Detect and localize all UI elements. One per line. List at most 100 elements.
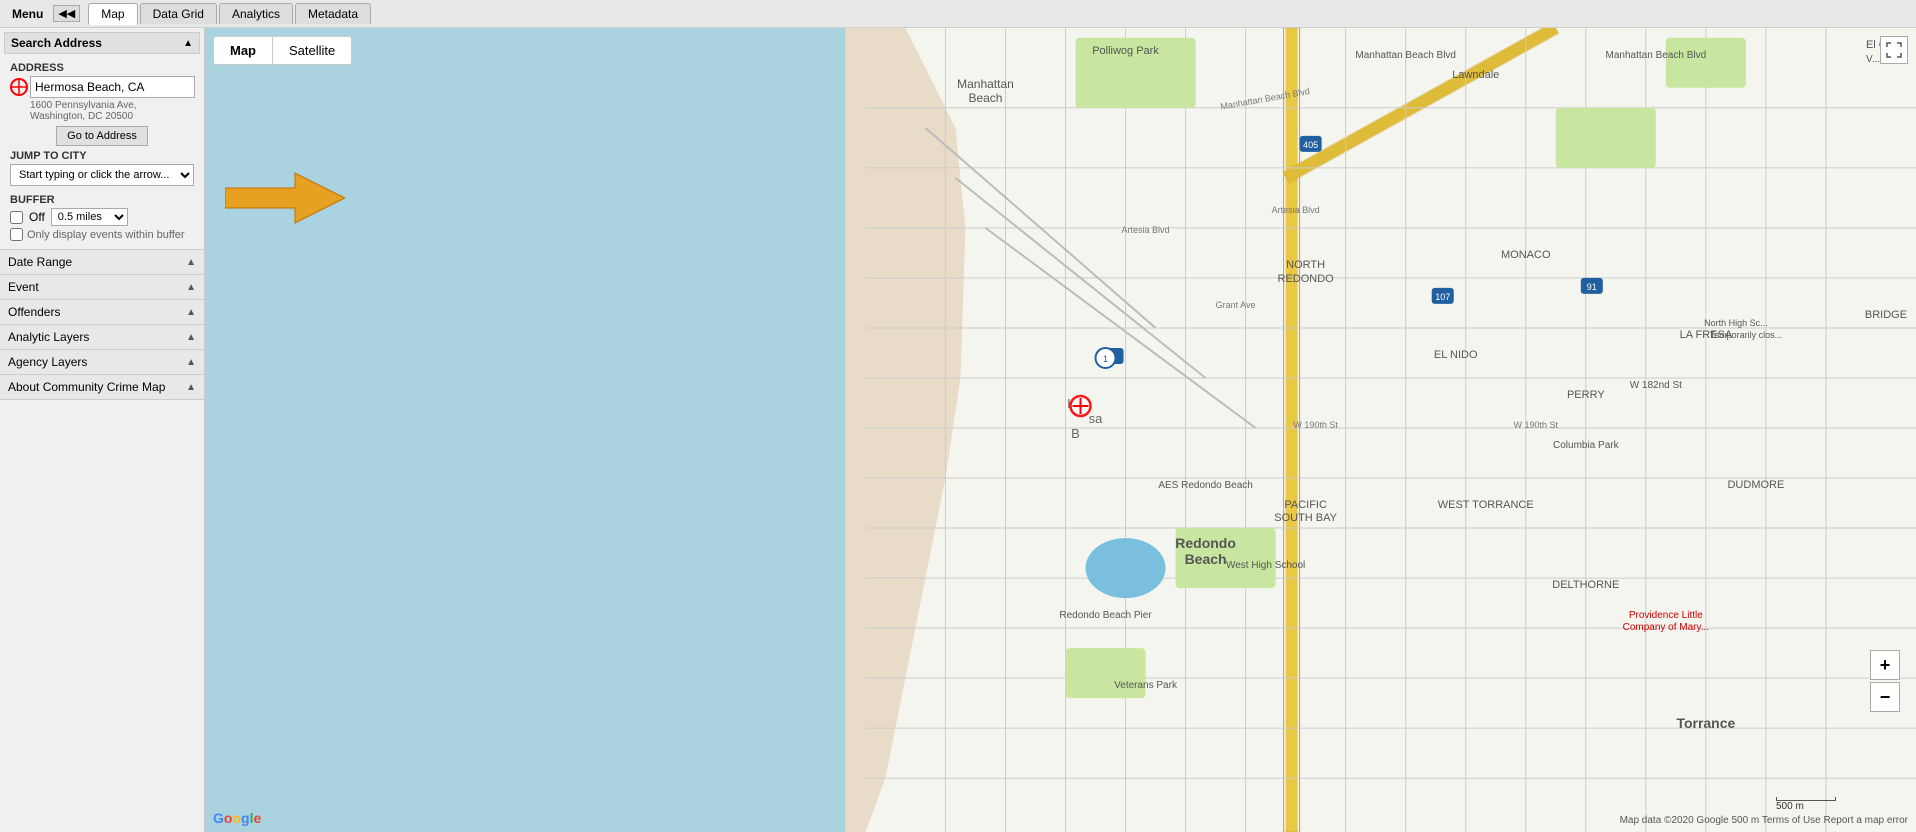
date-range-caret: ▲	[186, 257, 196, 268]
svg-text:sa: sa	[1089, 411, 1104, 426]
svg-text:Artesia Blvd: Artesia Blvd	[1272, 205, 1320, 215]
google-logo: Google	[213, 810, 261, 826]
date-range-label: Date Range	[8, 255, 72, 269]
zoom-controls: + −	[1870, 650, 1900, 712]
svg-text:Beach: Beach	[968, 91, 1002, 105]
svg-text:B: B	[1071, 426, 1080, 441]
svg-text:W 190th St: W 190th St	[1514, 420, 1559, 430]
svg-text:West High School: West High School	[1226, 560, 1305, 571]
analytic-layers-caret: ▲	[186, 332, 196, 343]
about-label: About Community Crime Map	[8, 380, 165, 394]
address-field-label: Address	[10, 62, 194, 74]
tab-data-grid[interactable]: Data Grid	[140, 3, 217, 24]
offenders-label: Offenders	[8, 305, 60, 319]
location-icon[interactable]	[10, 78, 28, 96]
svg-text:Company of Mary...: Company of Mary...	[1623, 622, 1710, 633]
address-hint: 1600 Pennsylvania Ave, Washington, DC 20…	[30, 100, 194, 122]
map-background: 1 405 107 91 Manhattan Beach Polliwog Pa…	[205, 28, 1916, 832]
svg-text:PERRY: PERRY	[1567, 389, 1605, 401]
map-attribution: Map data ©2020 Google 500 m Terms of Use…	[1620, 815, 1908, 826]
go-to-address-button[interactable]: Go to Address	[56, 126, 148, 146]
svg-text:Temporarily clos...: Temporarily clos...	[1710, 330, 1783, 340]
about-caret: ▲	[186, 382, 196, 393]
address-input[interactable]	[30, 76, 195, 98]
svg-text:MONACO: MONACO	[1501, 249, 1551, 261]
svg-text:BRIDGE: BRIDGE	[1865, 309, 1907, 321]
agency-layers-header[interactable]: Agency Layers ▲	[0, 350, 204, 374]
offenders-section: Offenders ▲	[0, 300, 204, 325]
menu-label: Menu	[4, 7, 51, 21]
event-header[interactable]: Event ▲	[0, 275, 204, 299]
analytic-layers-header[interactable]: Analytic Layers ▲	[0, 325, 204, 349]
scale-label: 500 m	[1776, 801, 1804, 812]
tab-analytics[interactable]: Analytics	[219, 3, 293, 24]
svg-text:North High Sc...: North High Sc...	[1704, 318, 1768, 328]
offenders-caret: ▲	[186, 307, 196, 318]
svg-text:Redondo: Redondo	[1175, 535, 1236, 551]
search-address-header[interactable]: Search Address ▲	[4, 32, 200, 54]
map-area[interactable]: Map Satellite	[205, 28, 1916, 832]
map-type-satellite-button[interactable]: Satellite	[272, 36, 352, 65]
buffer-only-label: Only display events within buffer	[27, 229, 185, 241]
buffer-label: Buffer	[10, 194, 194, 206]
svg-text:Artesia Blvd: Artesia Blvd	[1122, 225, 1170, 235]
svg-text:AES Redondo Beach: AES Redondo Beach	[1158, 480, 1253, 491]
svg-text:Torrance: Torrance	[1676, 715, 1735, 731]
top-bar: Menu ◀◀ Map Data Grid Analytics Metadata	[0, 0, 1916, 28]
date-range-header[interactable]: Date Range ▲	[0, 250, 204, 274]
offenders-header[interactable]: Offenders ▲	[0, 300, 204, 324]
about-section: About Community Crime Map ▲	[0, 375, 204, 400]
agency-layers-section: Agency Layers ▲	[0, 350, 204, 375]
svg-text:Grant Ave: Grant Ave	[1216, 300, 1256, 310]
svg-text:SOUTH BAY: SOUTH BAY	[1274, 512, 1337, 524]
event-section: Event ▲	[0, 275, 204, 300]
search-address-label: Search Address	[11, 36, 102, 50]
svg-text:405: 405	[1303, 140, 1318, 150]
tab-map[interactable]: Map	[88, 3, 137, 25]
search-address-section: Search Address ▲ Address 1600 Pennsylvan	[0, 28, 204, 250]
google-o2: o	[232, 810, 241, 826]
svg-text:W 190th St: W 190th St	[1293, 420, 1338, 430]
svg-text:107: 107	[1435, 292, 1450, 302]
svg-text:EL NIDO: EL NIDO	[1434, 349, 1478, 361]
svg-text:91: 91	[1587, 282, 1597, 292]
svg-text:WEST TORRANCE: WEST TORRANCE	[1438, 499, 1534, 511]
buffer-only-checkbox[interactable]	[10, 228, 23, 241]
svg-text:NORTH: NORTH	[1286, 259, 1325, 271]
buffer-off-label: Off	[29, 210, 45, 224]
buffer-row: Off 0.25 miles 0.5 miles 1 mile 2 miles	[10, 208, 194, 226]
collapse-menu-button[interactable]: ◀◀	[53, 5, 80, 22]
buffer-distance-select[interactable]: 0.25 miles 0.5 miles 1 mile 2 miles	[51, 208, 128, 226]
svg-text:1: 1	[1103, 354, 1108, 364]
svg-text:Polliwog Park: Polliwog Park	[1092, 45, 1159, 57]
svg-text:Providence Little: Providence Little	[1629, 610, 1703, 621]
zoom-out-button[interactable]: −	[1870, 682, 1900, 712]
fullscreen-button[interactable]	[1880, 36, 1908, 64]
analytic-layers-label: Analytic Layers	[8, 330, 89, 344]
jump-to-city-label: Jump to City	[10, 150, 194, 162]
google-g2: g	[241, 810, 250, 826]
jump-to-city-select[interactable]: Start typing or click the arrow...	[10, 164, 194, 186]
map-type-map-button[interactable]: Map	[213, 36, 272, 65]
zoom-in-button[interactable]: +	[1870, 650, 1900, 680]
svg-text:Columbia Park: Columbia Park	[1553, 440, 1620, 451]
svg-text:Manhattan Beach Blvd: Manhattan Beach Blvd	[1355, 50, 1456, 61]
svg-text:Manhattan: Manhattan	[957, 77, 1014, 91]
svg-text:Lawndale: Lawndale	[1452, 69, 1499, 81]
event-label: Event	[8, 280, 39, 294]
svg-text:REDONDO: REDONDO	[1278, 273, 1335, 285]
attribution-text: Map data ©2020 Google 500 m Terms of Use…	[1620, 815, 1908, 826]
analytic-layers-section: Analytic Layers ▲	[0, 325, 204, 350]
buffer-only-row: Only display events within buffer	[10, 228, 194, 241]
svg-text:Manhattan Beach Blvd: Manhattan Beach Blvd	[1606, 50, 1707, 61]
date-range-section: Date Range ▲	[0, 250, 204, 275]
svg-text:Redondo Beach Pier: Redondo Beach Pier	[1059, 610, 1152, 621]
buffer-checkbox[interactable]	[10, 211, 23, 224]
google-e: e	[253, 810, 261, 826]
svg-text:W 182nd St: W 182nd St	[1630, 380, 1682, 391]
scale-bar: 500 m	[1776, 795, 1836, 812]
svg-text:V...: V...	[1866, 54, 1880, 65]
about-header[interactable]: About Community Crime Map ▲	[0, 375, 204, 399]
tab-metadata[interactable]: Metadata	[295, 3, 371, 24]
tab-bar: Map Data Grid Analytics Metadata	[88, 3, 371, 25]
